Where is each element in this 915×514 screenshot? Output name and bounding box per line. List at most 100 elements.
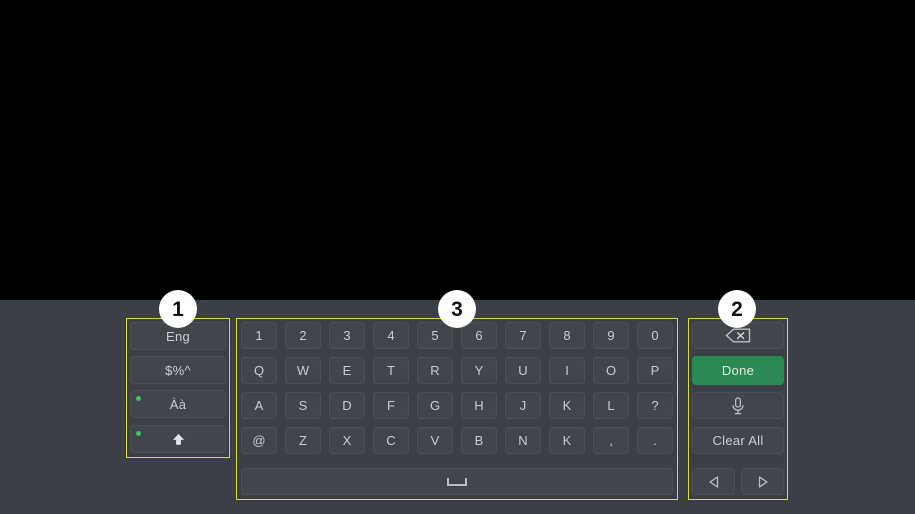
- key-label: 4: [387, 328, 395, 343]
- key-6[interactable]: 6: [461, 322, 497, 349]
- key-label: @: [252, 433, 266, 448]
- key-q[interactable]: Q: [241, 357, 277, 384]
- key-label: W: [296, 363, 310, 378]
- accents-key-indicator-dot: [136, 396, 141, 401]
- tv-onscreen-keyboard-screen: Eng $%^ Àà 1 2 3 4 5 6 7 8 9 0 Q W E T R…: [0, 0, 915, 514]
- key-f[interactable]: F: [373, 392, 409, 419]
- arrow-right-icon: [756, 475, 770, 489]
- badge-3-label: 3: [451, 297, 463, 321]
- symbols-key[interactable]: $%^: [130, 356, 226, 384]
- key-label: J: [519, 398, 527, 413]
- spacebar-icon: [446, 476, 468, 488]
- key-l[interactable]: L: [593, 392, 629, 419]
- key-period[interactable]: .: [637, 427, 673, 454]
- key-label: U: [518, 363, 528, 378]
- key-label: T: [387, 363, 395, 378]
- key-u[interactable]: U: [505, 357, 541, 384]
- shift-key-indicator-dot: [136, 431, 141, 436]
- key-y[interactable]: Y: [461, 357, 497, 384]
- key-label: D: [342, 398, 352, 413]
- key-label: A: [254, 398, 264, 413]
- key-label: N: [518, 433, 528, 448]
- key-g[interactable]: G: [417, 392, 453, 419]
- key-label: 1: [255, 328, 263, 343]
- key-0[interactable]: 0: [637, 322, 673, 349]
- key-j[interactable]: J: [505, 392, 541, 419]
- key-label: G: [429, 398, 441, 413]
- voice-key[interactable]: [692, 392, 784, 419]
- key-label: 9: [607, 328, 615, 343]
- key-o[interactable]: O: [593, 357, 629, 384]
- accents-key[interactable]: Àà: [130, 390, 226, 418]
- key-3[interactable]: 3: [329, 322, 365, 349]
- key-label: Z: [299, 433, 307, 448]
- key-label: 7: [519, 328, 527, 343]
- badge-1-label: 1: [172, 297, 184, 321]
- accents-key-label: Àà: [169, 396, 187, 412]
- key-label: H: [474, 398, 484, 413]
- key-label: 5: [431, 328, 439, 343]
- key-label: E: [342, 363, 352, 378]
- key-c[interactable]: C: [373, 427, 409, 454]
- key-i[interactable]: I: [549, 357, 585, 384]
- key-label: 8: [563, 328, 571, 343]
- key-5[interactable]: 5: [417, 322, 453, 349]
- key-label: R: [430, 363, 440, 378]
- key-label: F: [387, 398, 395, 413]
- key-label: 3: [343, 328, 351, 343]
- key-label: P: [650, 363, 660, 378]
- onscreen-keyboard: Eng $%^ Àà 1 2 3 4 5 6 7 8 9 0 Q W E T R…: [0, 300, 915, 514]
- key-x[interactable]: X: [329, 427, 365, 454]
- key-label: I: [565, 363, 569, 378]
- clear-all-key-label: Clear All: [712, 433, 764, 448]
- badge-2: 2: [718, 290, 756, 328]
- key-v[interactable]: V: [417, 427, 453, 454]
- key-comma[interactable]: ,: [593, 427, 629, 454]
- key-1[interactable]: 1: [241, 322, 277, 349]
- badge-2-label: 2: [731, 297, 743, 321]
- badge-1: 1: [159, 290, 197, 328]
- shift-up-arrow-icon: [171, 432, 186, 447]
- key-label: B: [474, 433, 484, 448]
- done-key[interactable]: Done: [692, 356, 784, 385]
- key-4[interactable]: 4: [373, 322, 409, 349]
- key-label: ,: [609, 433, 613, 448]
- key-b[interactable]: B: [461, 427, 497, 454]
- key-label: 2: [299, 328, 307, 343]
- key-label: X: [342, 433, 352, 448]
- key-h[interactable]: H: [461, 392, 497, 419]
- key-s[interactable]: S: [285, 392, 321, 419]
- space-key[interactable]: [241, 468, 673, 495]
- cursor-right-key[interactable]: [741, 468, 784, 495]
- key-question[interactable]: ?: [637, 392, 673, 419]
- badge-3: 3: [438, 290, 476, 328]
- key-at[interactable]: @: [241, 427, 277, 454]
- key-e[interactable]: E: [329, 357, 365, 384]
- key-w[interactable]: W: [285, 357, 321, 384]
- key-label: 0: [651, 328, 659, 343]
- key-label: 6: [475, 328, 483, 343]
- arrow-left-icon: [707, 475, 721, 489]
- key-d[interactable]: D: [329, 392, 365, 419]
- key-a[interactable]: A: [241, 392, 277, 419]
- key-t[interactable]: T: [373, 357, 409, 384]
- key-2[interactable]: 2: [285, 322, 321, 349]
- key-label: K: [562, 433, 572, 448]
- key-z[interactable]: Z: [285, 427, 321, 454]
- cursor-left-key[interactable]: [692, 468, 735, 495]
- key-label: Q: [253, 363, 265, 378]
- key-label: V: [430, 433, 440, 448]
- key-label: Y: [474, 363, 484, 378]
- key-n[interactable]: N: [505, 427, 541, 454]
- key-7[interactable]: 7: [505, 322, 541, 349]
- symbols-key-label: $%^: [165, 362, 191, 378]
- key-8[interactable]: 8: [549, 322, 585, 349]
- key-r[interactable]: R: [417, 357, 453, 384]
- key-9[interactable]: 9: [593, 322, 629, 349]
- key-k[interactable]: K: [549, 392, 585, 419]
- key-k-alt[interactable]: K: [549, 427, 585, 454]
- shift-key[interactable]: [130, 425, 226, 453]
- key-p[interactable]: P: [637, 357, 673, 384]
- microphone-icon: [731, 396, 745, 415]
- clear-all-key[interactable]: Clear All: [692, 427, 784, 454]
